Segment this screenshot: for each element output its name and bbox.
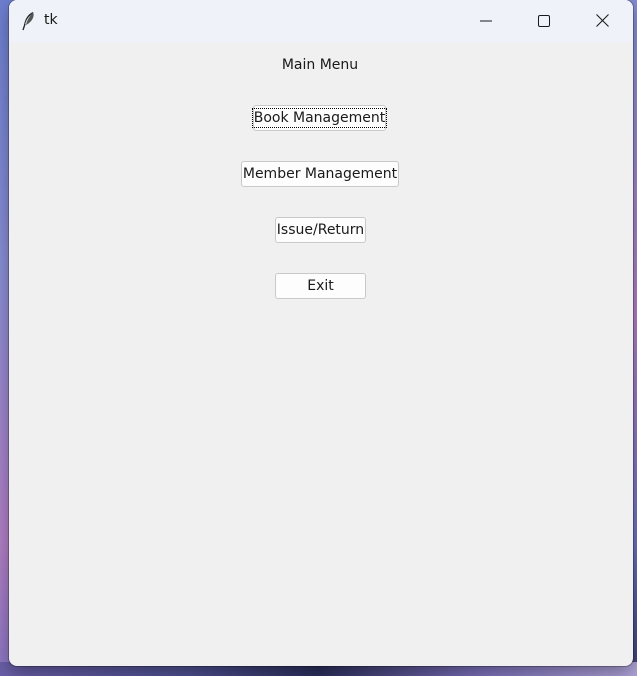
main-content: Main Menu Book Management Member Managem…	[9, 42, 633, 666]
feather-icon	[20, 11, 38, 31]
maximize-button[interactable]	[515, 0, 573, 42]
book-management-button[interactable]: Book Management	[251, 105, 388, 131]
window-title: tk	[44, 12, 58, 28]
maximize-icon	[538, 12, 550, 31]
exit-label: Exit	[307, 278, 334, 294]
minimize-icon	[480, 12, 492, 31]
book-management-label: Book Management	[251, 108, 388, 128]
close-icon	[595, 12, 609, 31]
member-management-button[interactable]: Member Management	[241, 161, 399, 187]
title-bar[interactable]: tk	[9, 0, 633, 42]
issue-return-label: Issue/Return	[276, 222, 365, 238]
minimize-button[interactable]	[457, 0, 515, 42]
close-button[interactable]	[573, 0, 631, 42]
app-window: tk Main Menu Book Management Member Mana…	[9, 0, 633, 666]
menu-title: Main Menu	[281, 57, 359, 73]
member-management-label: Member Management	[242, 166, 398, 182]
issue-return-button[interactable]: Issue/Return	[275, 217, 366, 243]
exit-button[interactable]: Exit	[275, 273, 366, 299]
